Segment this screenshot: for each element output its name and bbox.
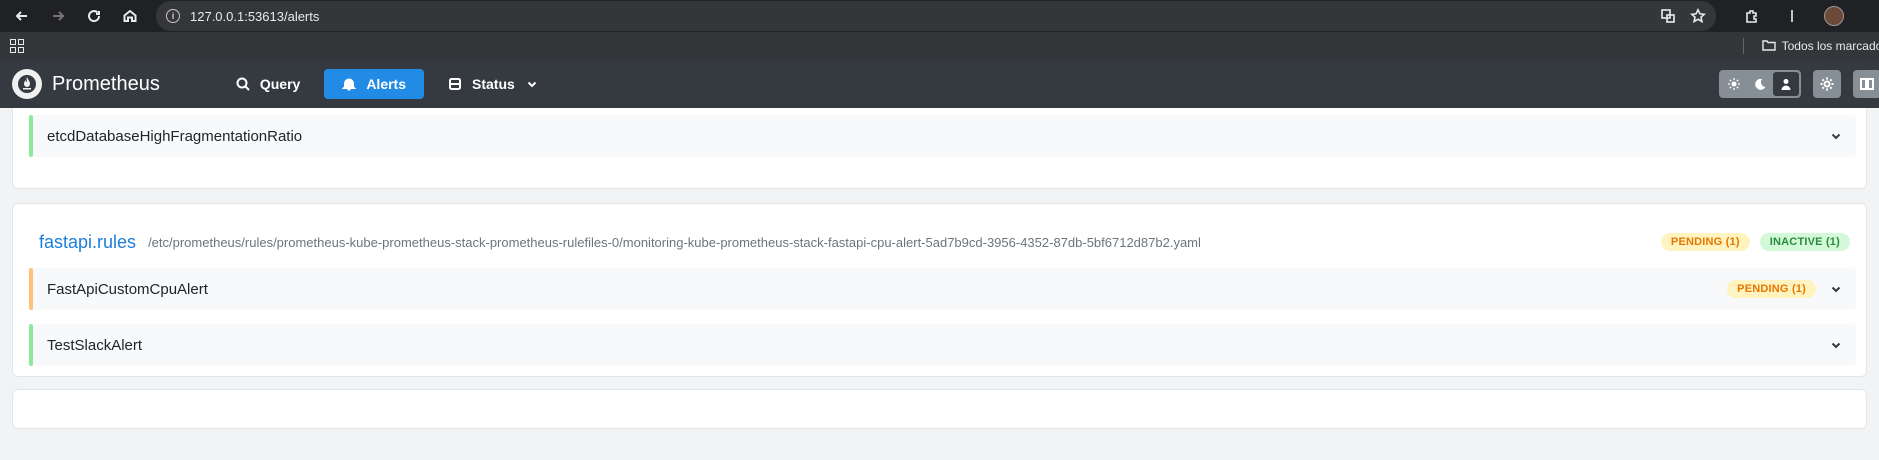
rule-state-badge: PENDING (1) [1727, 280, 1816, 298]
gear-icon [1820, 77, 1834, 91]
bell-icon [342, 78, 357, 91]
rule-group: etcdDatabaseHighFragmentationRatio [12, 108, 1867, 189]
app-header: Prometheus Query Alerts Status [0, 60, 1879, 108]
alerts-content: etcdDatabaseHighFragmentationRatio fasta… [0, 108, 1879, 460]
address-bar[interactable]: i 127.0.0.1:53613/alerts [156, 1, 1716, 31]
profile-avatar[interactable] [1824, 6, 1844, 26]
nav-status[interactable]: Status [430, 69, 557, 99]
pending-count-badge: PENDING (1) [1660, 233, 1750, 251]
alert-rule-row[interactable]: TestSlackAlert [29, 324, 1856, 366]
apps-grid-icon[interactable] [10, 39, 24, 53]
book-icon [1860, 78, 1874, 90]
extensions-icon[interactable] [1744, 8, 1760, 24]
nav-alerts-label: Alerts [366, 76, 406, 92]
user-icon [1781, 79, 1791, 90]
settings-button[interactable] [1813, 70, 1841, 98]
rule-group-file-path: /etc/prometheus/rules/prometheus-kube-pr… [148, 234, 1201, 250]
chevron-down-icon [1831, 133, 1841, 140]
reload-button[interactable] [80, 2, 108, 30]
documentation-button[interactable] [1853, 70, 1879, 98]
chevron-down-icon [527, 81, 537, 88]
expand-toggle[interactable] [1816, 338, 1856, 352]
moon-icon [1755, 78, 1766, 90]
nav-query[interactable]: Query [218, 69, 318, 99]
alert-rule-row[interactable]: FastApiCustomCpuAlert PENDING (1) [29, 268, 1856, 310]
nav-status-label: Status [472, 76, 515, 92]
rule-group [12, 389, 1867, 429]
bookmark-star-icon[interactable] [1690, 8, 1706, 24]
all-bookmarks-link[interactable]: Todos los marcadores [1782, 39, 1879, 53]
alert-rule-name: FastApiCustomCpuAlert [47, 280, 208, 298]
expand-toggle[interactable] [1816, 282, 1856, 296]
rule-group-fastapi: fastapi.rules /etc/prometheus/rules/prom… [12, 203, 1867, 377]
divider-icon [1791, 10, 1793, 22]
arrow-left-icon [15, 11, 27, 21]
home-button[interactable] [116, 2, 144, 30]
url-text: 127.0.0.1:53613/alerts [190, 8, 320, 24]
alert-rule-row[interactable]: etcdDatabaseHighFragmentationRatio [29, 115, 1856, 157]
search-icon [236, 77, 250, 91]
bookmarks-bar: Todos los marcadores [0, 32, 1879, 60]
reload-icon [88, 10, 101, 23]
chevron-down-icon [1831, 286, 1841, 293]
rule-group-header: fastapi.rules /etc/prometheus/rules/prom… [29, 220, 1856, 264]
bookmarks-divider [1742, 38, 1744, 54]
expand-toggle[interactable] [1816, 129, 1856, 143]
rule-group-title: fastapi.rules [39, 231, 137, 252]
prometheus-logo[interactable] [12, 69, 42, 99]
browser-toolbar: i 127.0.0.1:53613/alerts [0, 0, 1879, 32]
flame-icon [18, 75, 36, 93]
forward-button[interactable] [44, 2, 72, 30]
inactive-count-badge: INACTIVE (1) [1759, 233, 1850, 251]
theme-light-button[interactable] [1721, 72, 1747, 96]
theme-dark-button[interactable] [1747, 72, 1773, 96]
nav-alerts[interactable]: Alerts [324, 69, 424, 99]
site-info-icon[interactable]: i [166, 9, 180, 23]
nav-query-label: Query [259, 76, 301, 92]
home-icon [123, 9, 137, 22]
brand-title[interactable]: Prometheus [52, 73, 160, 96]
translate-icon[interactable] [1660, 8, 1676, 24]
theme-switcher [1719, 70, 1801, 98]
alert-rule-name: etcdDatabaseHighFragmentationRatio [47, 127, 303, 145]
back-button[interactable] [8, 2, 36, 30]
chevron-down-icon [1831, 342, 1841, 349]
server-icon [449, 78, 461, 90]
theme-auto-button[interactable] [1773, 72, 1799, 96]
sun-icon [1728, 78, 1740, 90]
alert-rule-name: TestSlackAlert [47, 336, 143, 354]
arrow-right-icon [53, 11, 65, 21]
folder-icon [1761, 39, 1776, 54]
